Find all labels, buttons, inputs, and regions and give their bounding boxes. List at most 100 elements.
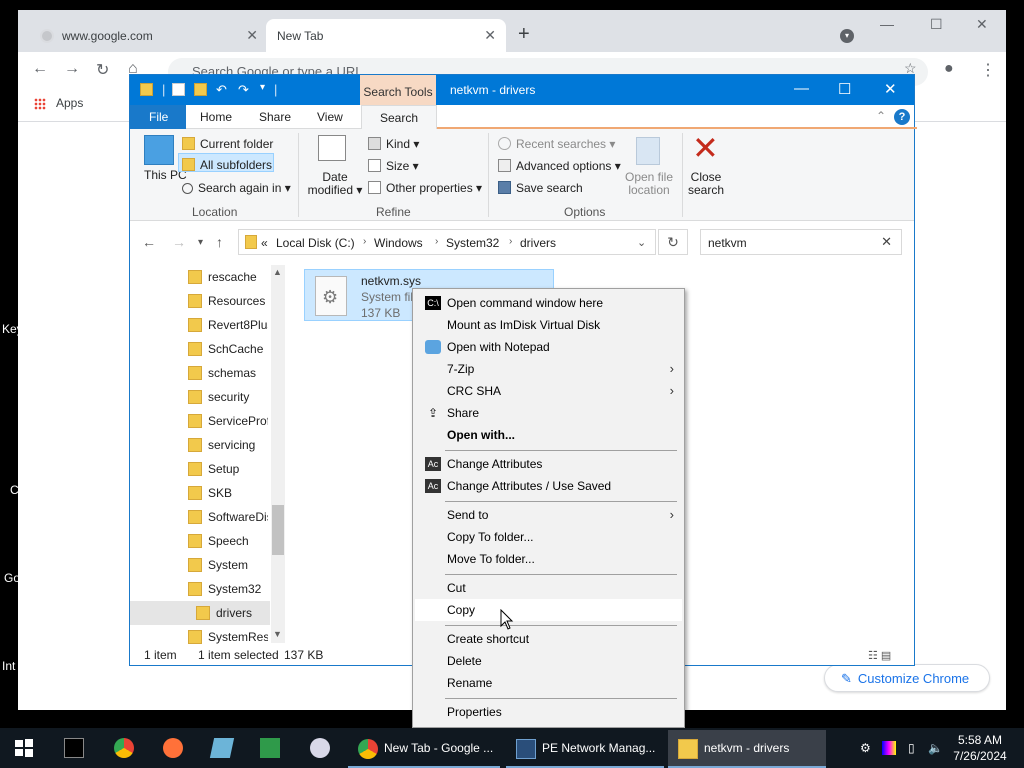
customize-chrome-button[interactable]: ✎ Customize Chrome [824,664,990,692]
open-file-location-button[interactable]: Open file location [620,171,678,197]
nav-item-folder[interactable]: System32 [188,577,268,601]
menu-item-delete[interactable]: Delete [415,650,682,672]
tray-settings-icon[interactable]: ⚙ [860,741,871,755]
undo-icon[interactable]: ↶ [216,82,227,98]
minimize-ribbon-icon[interactable]: ⌃ [876,109,886,123]
redo-icon[interactable]: ↷ [238,82,249,98]
menu-item-move-to-folder[interactable]: Move To folder... [415,548,682,570]
menu-item-crc-sha[interactable]: CRC SHA › [415,380,682,402]
volume-muted-icon[interactable]: 🔈 [928,741,943,755]
customize-qa-chevron-icon[interactable]: ▾ [260,82,265,93]
menu-item-open-notepad[interactable]: Open with Notepad [415,336,682,358]
menu-item-open-with[interactable]: Open with... [415,424,682,446]
minimize-icon[interactable]: — [880,16,894,32]
nav-item-folder[interactable]: Resources [188,289,268,313]
apps-grid-icon[interactable] [34,98,46,110]
nav-item-folder[interactable]: Setup [188,457,268,481]
chrome-tab-new-tab[interactable]: New Tab ✕ [266,19,506,52]
firefox-icon[interactable] [163,738,183,758]
breadcrumb-local-disk[interactable]: Local Disk (C:) [276,236,355,250]
new-folder-icon[interactable] [194,83,207,96]
tab-file[interactable]: File [130,105,186,129]
size-button[interactable]: Size ▾ [368,159,419,173]
menu-item-7zip[interactable]: 7-Zip › [415,358,682,380]
nav-item-folder[interactable]: rescache [188,265,268,289]
back-icon[interactable]: ← [142,234,156,250]
all-subfolders-button[interactable]: All subfolders [182,158,272,172]
search-input[interactable]: netkvm ✕ [700,229,902,255]
current-folder-button[interactable]: Current folder [182,137,273,151]
breadcrumb-chevron-icon[interactable]: › [363,236,366,247]
spreadsheet-icon[interactable] [260,738,280,758]
nav-item-folder[interactable]: Speech [188,529,268,553]
kind-button[interactable]: Kind ▾ [368,137,419,151]
close-icon[interactable]: ✕ [246,27,258,44]
nav-item-folder[interactable]: SoftwareDis [188,505,268,529]
breadcrumb-windows[interactable]: Windows [374,236,423,250]
close-window-icon[interactable]: ✕ [976,16,988,33]
menu-item-cut[interactable]: Cut [415,577,682,599]
menu-item-change-attributes[interactable]: Ac Change Attributes [415,453,682,475]
chrome-tab-google[interactable]: www.google.com ✕ [28,19,268,52]
scroll-up-icon[interactable]: ▲ [273,267,282,277]
breadcrumb-drivers[interactable]: drivers [520,236,556,250]
nav-item-folder[interactable]: schemas [188,361,268,385]
nav-item-folder[interactable]: System [188,553,268,577]
tray-color-icon[interactable] [882,741,896,755]
breadcrumb-chevron-icon[interactable]: › [435,236,438,247]
nav-item-folder[interactable]: Revert8Plus [188,313,268,337]
menu-item-copy-to-folder[interactable]: Copy To folder... [415,526,682,548]
forward-icon[interactable]: → [64,60,80,78]
nav-item-folder-selected[interactable]: drivers [130,601,270,625]
breadcrumb-chevron-icon[interactable]: › [509,236,512,247]
help-icon[interactable]: ? [894,109,910,125]
close-icon[interactable]: ✕ [484,27,496,44]
breadcrumb-system32[interactable]: System32 [446,236,499,250]
menu-item-share[interactable]: ⇪ Share [415,402,682,424]
tab-share[interactable]: Share [259,110,291,124]
tab-home[interactable]: Home [200,110,232,124]
nav-item-folder[interactable]: servicing [188,433,268,457]
details-view-icon[interactable]: ☷ ▤ [868,649,891,662]
up-icon[interactable]: ↑ [216,234,223,250]
maximize-icon[interactable]: ☐ [930,16,943,33]
new-tab-plus-icon[interactable]: + [518,24,530,44]
windows-start-icon[interactable] [14,738,34,758]
advanced-options-button[interactable]: Advanced options ▾ [498,159,621,173]
nav-item-folder[interactable]: ServiceProfi [188,409,268,433]
tab-search-icon[interactable]: ▾ [840,29,854,43]
maximize-icon[interactable]: ☐ [838,80,851,98]
minimize-icon[interactable]: — [794,80,809,97]
address-bar[interactable]: « Local Disk (C:) › Windows › System32 ›… [238,229,656,255]
reload-icon[interactable]: ↻ [96,60,109,80]
date-modified-button[interactable]: Date modified ▾ [306,171,364,197]
tab-search[interactable]: Search [361,105,437,130]
nav-pane-scrollbar[interactable]: ▲ ▼ [271,265,285,643]
taskbar-button-chrome[interactable]: New Tab - Google ... [348,730,500,768]
search-again-in-button[interactable]: Search again in ▾ [182,181,291,195]
menu-item-copy[interactable]: Copy [415,599,682,621]
chrome-icon[interactable] [114,738,134,758]
save-search-button[interactable]: Save search [498,181,583,195]
taskbar-clock[interactable]: 5:58 AM 7/26/2024 [950,732,1010,764]
notes-icon[interactable] [209,738,235,758]
refresh-icon[interactable]: ↻ [658,229,688,255]
properties-icon[interactable] [172,83,185,96]
breadcrumb-overflow[interactable]: « [261,236,268,250]
this-pc-button[interactable]: This PC [144,169,187,182]
clear-search-icon[interactable]: ✕ [881,234,892,250]
profile-icon[interactable]: ● [944,60,954,78]
apps-bookmark[interactable]: Apps [56,96,83,110]
taskbar-button-explorer[interactable]: netkvm - drivers [668,730,826,768]
recent-searches-button[interactable]: Recent searches ▾ [498,137,615,151]
nav-item-folder[interactable]: SchCache [188,337,268,361]
tray-usb-icon[interactable]: ▯ [908,741,915,755]
scrollbar-thumb[interactable] [272,505,284,555]
forward-icon[interactable]: → [172,234,186,250]
menu-item-properties[interactable]: Properties [415,701,682,723]
back-icon[interactable]: ← [32,60,48,78]
menu-item-open-command-window[interactable]: C:\ Open command window here [415,292,682,314]
taskbar-button-pe-network[interactable]: PE Network Manag... [506,730,664,768]
nav-item-folder[interactable]: SKB [188,481,268,505]
close-window-icon[interactable]: ✕ [884,80,897,98]
